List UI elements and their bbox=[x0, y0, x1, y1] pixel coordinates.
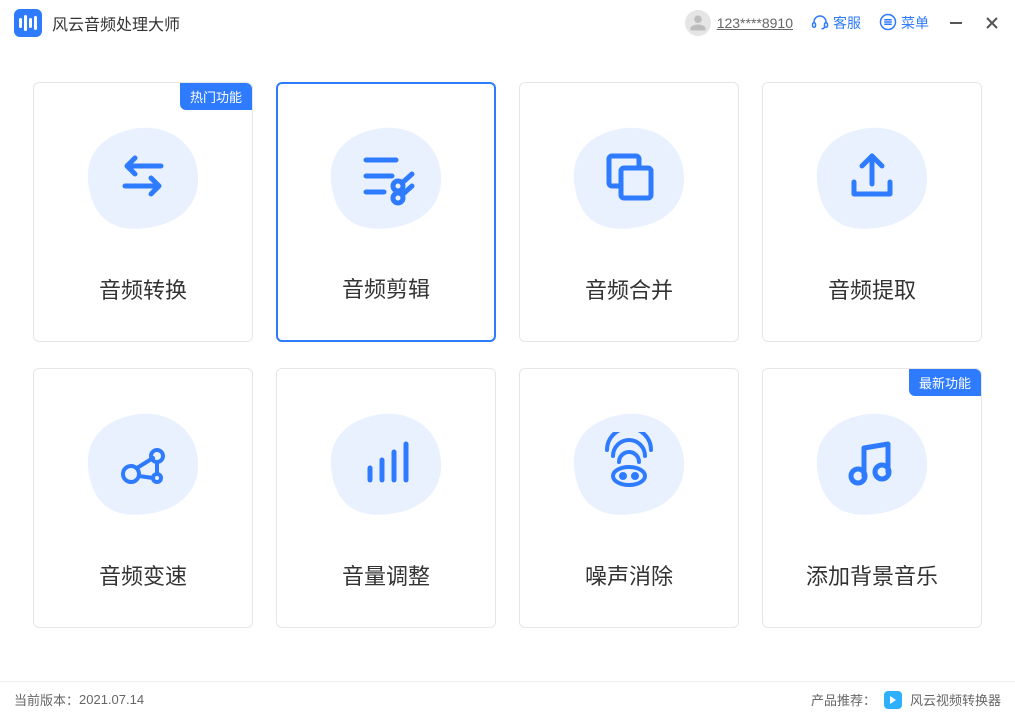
card-label: 音频提取 bbox=[828, 273, 916, 341]
convert-icon bbox=[113, 146, 173, 211]
card-label: 添加背景音乐 bbox=[806, 559, 938, 627]
version-value: 2021.07.14 bbox=[79, 692, 144, 707]
app-title: 风云音频处理大师 bbox=[52, 11, 180, 35]
card-label: 音频剪辑 bbox=[342, 272, 430, 340]
close-button[interactable] bbox=[983, 14, 1001, 32]
merge-icon bbox=[599, 146, 659, 211]
username-label: 123****8910 bbox=[717, 15, 793, 31]
extract-icon bbox=[842, 146, 902, 211]
app-logo bbox=[14, 9, 42, 37]
recommend-app-icon bbox=[884, 691, 902, 709]
hot-badge: 热门功能 bbox=[180, 83, 252, 110]
headset-icon bbox=[811, 13, 829, 34]
card-label: 音频合并 bbox=[585, 273, 673, 341]
card-volume-adjust[interactable]: 音量调整 bbox=[276, 368, 496, 628]
support-button[interactable]: 客服 bbox=[811, 13, 861, 34]
card-audio-convert[interactable]: 热门功能 音频转换 bbox=[33, 82, 253, 342]
card-label: 噪声消除 bbox=[585, 559, 673, 627]
volume-icon bbox=[356, 432, 416, 497]
menu-label: 菜单 bbox=[901, 13, 929, 33]
recommend-app-name[interactable]: 风云视频转换器 bbox=[910, 690, 1001, 709]
version-label: 当前版本： bbox=[14, 690, 79, 709]
feature-grid: 热门功能 音频转换 bbox=[34, 82, 981, 628]
card-audio-extract[interactable]: 音频提取 bbox=[762, 82, 982, 342]
minimize-button[interactable] bbox=[947, 14, 965, 32]
music-icon bbox=[842, 432, 902, 497]
noise-icon bbox=[599, 432, 659, 497]
card-audio-speed[interactable]: 音频变速 bbox=[33, 368, 253, 628]
new-badge: 最新功能 bbox=[909, 369, 981, 396]
card-label: 音频变速 bbox=[99, 559, 187, 627]
card-label: 音量调整 bbox=[342, 559, 430, 627]
card-audio-merge[interactable]: 音频合并 bbox=[519, 82, 739, 342]
cut-icon bbox=[356, 146, 416, 211]
menu-icon bbox=[879, 13, 897, 34]
support-label: 客服 bbox=[833, 13, 861, 33]
card-label: 音频转换 bbox=[99, 273, 187, 341]
recommend-label: 产品推荐： bbox=[811, 690, 876, 709]
card-add-bgm[interactable]: 最新功能 添加背景音乐 bbox=[762, 368, 982, 628]
menu-button[interactable]: 菜单 bbox=[879, 13, 929, 34]
title-bar: 风云音频处理大师 123****8910 客服 菜单 bbox=[0, 0, 1015, 46]
main-content: 热门功能 音频转换 bbox=[0, 46, 1015, 628]
user-account[interactable]: 123****8910 bbox=[685, 10, 793, 36]
speed-icon bbox=[113, 432, 173, 497]
avatar-icon bbox=[685, 10, 711, 36]
card-noise-remove[interactable]: 噪声消除 bbox=[519, 368, 739, 628]
card-audio-edit[interactable]: 音频剪辑 bbox=[276, 82, 496, 342]
status-bar: 当前版本： 2021.07.14 产品推荐： 风云视频转换器 bbox=[0, 681, 1015, 717]
